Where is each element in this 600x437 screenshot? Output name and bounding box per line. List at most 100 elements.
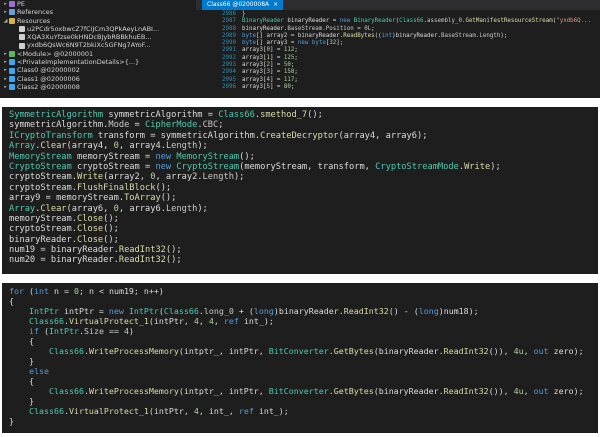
expander-icon[interactable]: ▸ [2, 58, 9, 66]
tree-item-label: yxdb6QsWc6N9T2bkiXc5GFNg7AYoF... [27, 41, 151, 50]
code-line: 2996 array3[5] = 80; [196, 84, 600, 91]
expander-icon[interactable]: ▸ [2, 0, 9, 8]
resource-file-icon [19, 26, 25, 33]
code-line: 2994 array3[3] = 158; [196, 69, 600, 76]
tree-item-label: Class1 @02000006 [17, 74, 80, 83]
code-line: } [9, 396, 34, 406]
references-icon [9, 9, 15, 16]
code-line: Array.Clear(array6, 0, array6.Length); [9, 203, 208, 214]
class-icon [9, 84, 15, 91]
code-text: BinaryReader binaryReader = new BinaryRe… [242, 18, 592, 25]
code-line: num19 = binaryReader.ReadInt32(); [9, 245, 182, 256]
code-line: for (int n = 0; n < num19; n++) [9, 286, 164, 296]
code-line: Array.Clear(array4, 0, array4.Length); [9, 141, 208, 152]
code-line: Class66.WriteProcessMemory(intptr_, intP… [48, 386, 584, 396]
code-text: array3[1] = 125; [242, 54, 298, 61]
tree-item-label: <PrivateImplementationDetails>{...} [17, 58, 140, 67]
close-icon[interactable]: × [273, 0, 278, 10]
resource-file-icon [19, 42, 25, 49]
line-number: 2995 [222, 76, 236, 83]
code-line: 2992 array3[1] = 125; [196, 55, 600, 62]
expander-icon[interactable]: ▸ [2, 50, 9, 58]
tree-item-label: Class2 @02000008 [17, 82, 80, 91]
expander-icon[interactable]: ▸ [2, 66, 9, 74]
code-text: byte[] array2 = binaryReader.ReadBytes((… [242, 32, 508, 39]
code-line: if (IntPtr.Size == 4) [28, 326, 134, 336]
tree-item[interactable]: ▸ <PrivateImplementationDetails>{...} [0, 58, 196, 66]
code-line: num20 = binaryReader.ReadInt32(); [9, 255, 182, 266]
middle-code-panel: SymmetricAlgorithm symmetricAlgorithm = … [2, 107, 598, 274]
line-number: 2988 [222, 25, 236, 32]
tree-item-label: <Module> @02000001 [17, 49, 94, 58]
line-number: 2996 [222, 83, 236, 90]
expander-icon[interactable]: ◢ [2, 17, 9, 25]
bottom-code-panel: for (int n = 0; n < num19; n++){ IntPtr … [2, 283, 598, 433]
expander-icon[interactable]: ▸ [2, 8, 9, 16]
tree-item[interactable]: ▸ References [0, 8, 196, 16]
resources-icon [9, 17, 15, 24]
code-line: memoryStream.Close(); [9, 213, 119, 224]
editor-tab-bar: Class66 @0200008A × [196, 0, 600, 10]
tree-item[interactable]: ▸ Class1 @02000006 [0, 75, 196, 83]
tree-item-label: References [17, 8, 54, 17]
code-line: Class66.WriteProcessMemory(intptr_, intP… [48, 346, 584, 356]
top-code-editor: Class66 @0200008A × 2986} 2987 BinaryReade… [196, 0, 600, 98]
module-icon [9, 50, 15, 57]
code-line: cryptoStream.FlushFinalBlock(); [9, 182, 172, 193]
line-number: 2990 [222, 40, 236, 47]
code-text: binaryReader.BaseStream.Position = 0L; [242, 25, 375, 32]
top-code-lines: 2986} 2987 BinaryReader binaryReader = new… [196, 11, 600, 91]
code-line: else [28, 366, 49, 376]
tree-item[interactable]: ▸ <Module> @02000001 [0, 50, 196, 58]
code-text: array3[4] = 117; [242, 76, 298, 83]
code-line: { [9, 376, 34, 386]
bottom-code-lines: for (int n = 0; n < num19; n++){ IntPtr … [9, 286, 584, 426]
code-line: 2988 binaryReader.BaseStream.Position = 0… [196, 26, 600, 33]
code-text: byte[] array3 = new byte[32]; [242, 40, 344, 47]
code-line: array9 = memoryStream.ToArray(); [9, 193, 177, 204]
code-line: { [9, 336, 34, 346]
tree-item[interactable]: ▸ Class2 @02000008 [0, 83, 196, 91]
code-line: ICryptoTransform transform = symmetricAl… [9, 130, 428, 141]
code-line: 2990 byte[] array3 = new byte[32]; [196, 40, 600, 47]
line-number: 2993 [222, 62, 236, 69]
tree-item[interactable]: ▸ Class0 @02000002 [0, 66, 196, 74]
tree-item-label: Resources [17, 16, 51, 25]
code-line: binaryReader.Close(); [9, 234, 119, 245]
expander-icon[interactable]: ▸ [2, 83, 9, 91]
middle-code-lines: SymmetricAlgorithm symmetricAlgorithm = … [9, 110, 501, 266]
tree-item-label: u2PCdr5oxbwcZ7fCiJCm3QPkAeyLnABI... [27, 24, 160, 33]
code-line: cryptoStream.Write(array2, 0, array2.Len… [9, 172, 245, 183]
line-number: 2987 [222, 18, 236, 25]
tree-item-label: Class0 @02000002 [17, 66, 80, 75]
tree-item[interactable]: ▸ PE [0, 0, 196, 8]
code-line: { [9, 296, 14, 306]
top-screenshot-panel: ▸ PE ▸ References ◢ Resources u2PCdr5oxbwcZ7fC… [0, 0, 600, 98]
code-line: 2995 array3[4] = 117; [196, 77, 600, 84]
line-number: 2992 [222, 54, 236, 61]
code-text: array3[0] = 112; [242, 47, 298, 54]
line-number: 2991 [222, 47, 236, 54]
code-line: } [9, 356, 34, 366]
code-line: 2991 array3[0] = 112; [196, 47, 600, 54]
tree-item-label: XQA3XuYfzse0kHNDcBJybRBBkhuEB... [27, 33, 152, 42]
tree-item-label: PE [17, 0, 26, 8]
code-text: array3[3] = 158; [242, 69, 298, 76]
code-line: 2993 array3[2] = 50; [196, 62, 600, 69]
code-line: } [9, 416, 14, 426]
code-line: CryptoStream cryptoStream = new CryptoSt… [9, 161, 501, 172]
tab-class66[interactable]: Class66 @0200008A × [202, 0, 284, 10]
code-line: Class66.VirtualProtect_1(intPtr, 4, int_… [28, 406, 289, 416]
code-line: SymmetricAlgorithm symmetricAlgorithm = … [9, 110, 323, 120]
class-icon [9, 59, 15, 66]
line-number: 2986 [222, 11, 236, 17]
code-text: array3[2] = 50; [242, 62, 295, 69]
tree-item[interactable]: u2PCdr5oxbwcZ7fCiJCm3QPkAeyLnABI... [0, 25, 196, 33]
expander-icon[interactable]: ▸ [2, 75, 9, 83]
code-line: 2986} [196, 11, 600, 18]
code-text: array3[5] = 80; [242, 83, 295, 90]
line-number: 2994 [222, 69, 236, 76]
tree-item[interactable]: yxdb6QsWc6N9T2bkiXc5GFNg7AYoF... [0, 41, 196, 49]
tree-item[interactable]: XQA3XuYfzse0kHNDcBJybRBBkhuEB... [0, 33, 196, 41]
tree-item[interactable]: ◢ Resources [0, 17, 196, 25]
